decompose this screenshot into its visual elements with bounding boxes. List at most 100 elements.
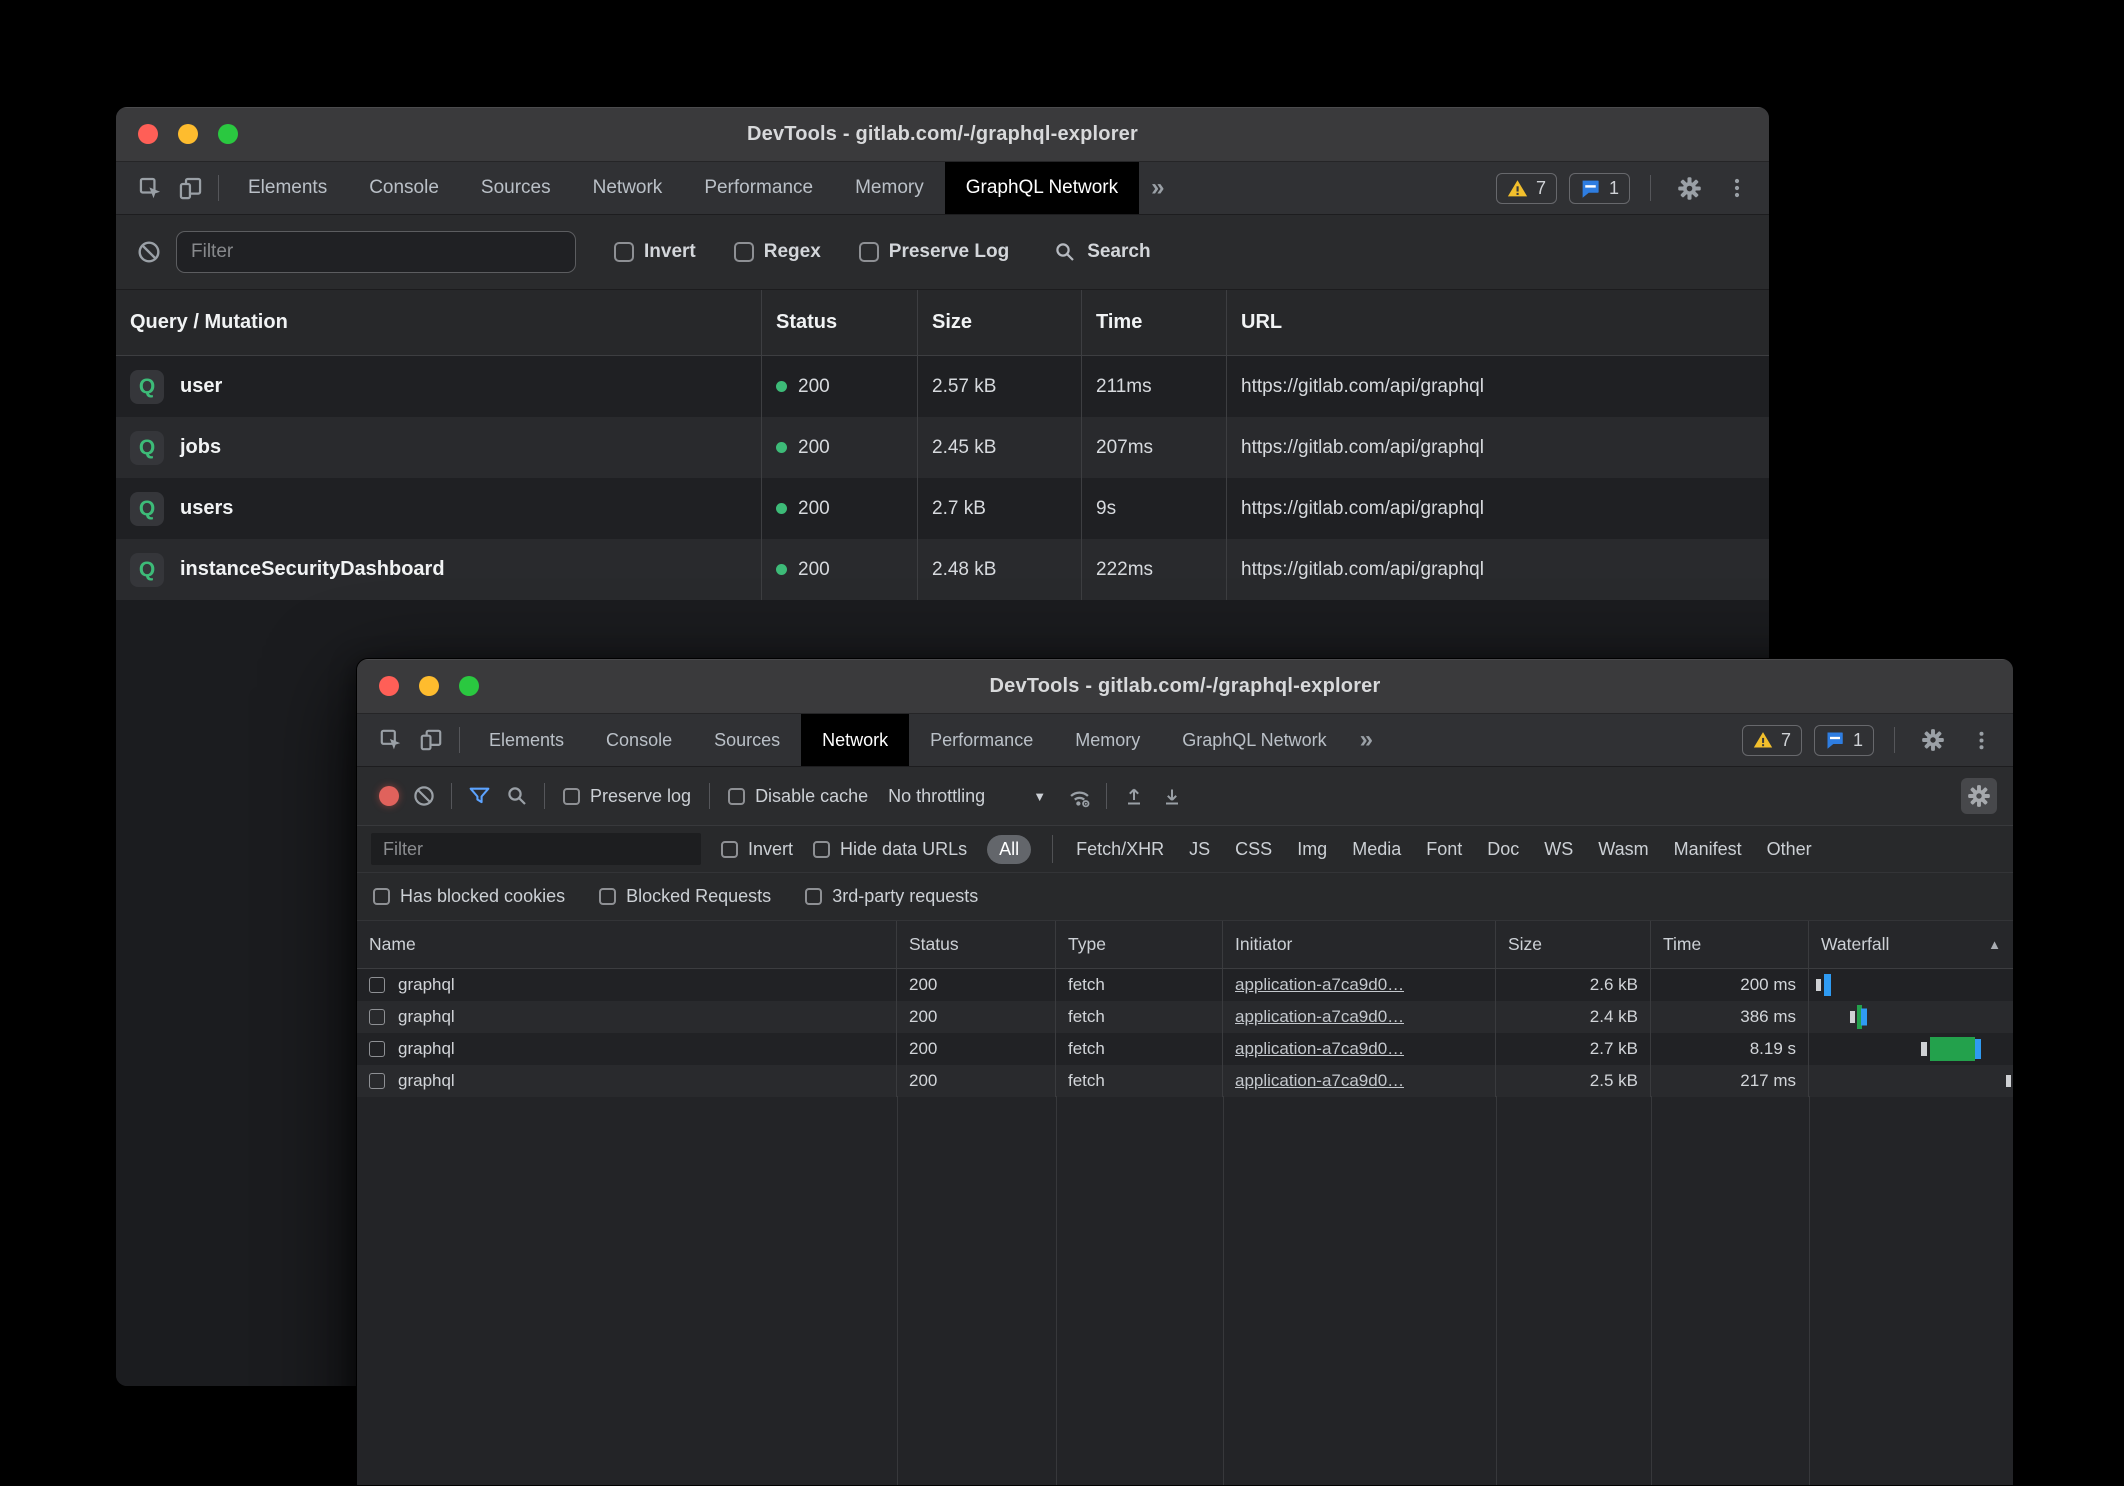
tab-sources[interactable]: Sources — [460, 162, 572, 214]
preserve-log-checkbox[interactable]: Preserve Log — [859, 241, 1009, 263]
more-tabs-button[interactable]: » — [1139, 162, 1176, 214]
import-har-button[interactable] — [1115, 784, 1153, 808]
tab-graphql-network[interactable]: GraphQL Network — [1161, 714, 1347, 766]
warning-count: 7 — [1781, 730, 1791, 751]
inspect-element-button[interactable] — [371, 714, 411, 766]
preserve-log-checkbox[interactable]: Preserve log — [563, 786, 691, 807]
column-header-type[interactable]: Type — [1056, 921, 1223, 968]
tab-console[interactable]: Console — [585, 714, 693, 766]
column-header-status[interactable]: Status — [897, 921, 1056, 968]
tab-elements[interactable]: Elements — [468, 714, 585, 766]
main-menu-button[interactable] — [1719, 170, 1755, 206]
minimize-button[interactable] — [419, 676, 439, 696]
inspect-element-button[interactable] — [130, 162, 170, 214]
warnings-badge[interactable]: 7 — [1496, 173, 1557, 204]
network-filter-input[interactable] — [371, 833, 701, 865]
record-network-log-button[interactable] — [379, 786, 399, 806]
export-har-button[interactable] — [1153, 784, 1191, 808]
type-filter-media[interactable]: Media — [1350, 835, 1403, 864]
invert-checkbox[interactable]: Invert — [614, 241, 696, 263]
row-checkbox[interactable] — [369, 1009, 385, 1025]
main-menu-button[interactable] — [1963, 722, 1999, 758]
warnings-badge[interactable]: 7 — [1742, 725, 1802, 756]
tab-sources[interactable]: Sources — [693, 714, 801, 766]
column-header-time[interactable]: Time — [1082, 290, 1227, 355]
request-row[interactable]: graphql 200 fetch application-a7ca9d0… 2… — [357, 1065, 2013, 1097]
table-row[interactable]: Q user 200 2.57 kB 211ms https://gitlab.… — [116, 356, 1769, 417]
type-filter-doc[interactable]: Doc — [1485, 835, 1521, 864]
settings-button[interactable] — [1671, 170, 1707, 206]
invert-checkbox[interactable]: Invert — [721, 839, 793, 860]
divider — [544, 783, 545, 809]
more-tabs-button[interactable]: » — [1348, 714, 1385, 766]
type-filter-ws[interactable]: WS — [1542, 835, 1575, 864]
table-row[interactable]: Q jobs 200 2.45 kB 207ms https://gitlab.… — [116, 417, 1769, 478]
tab-elements[interactable]: Elements — [227, 162, 348, 214]
tab-graphql-network[interactable]: GraphQL Network — [945, 162, 1139, 214]
column-header-time[interactable]: Time — [1651, 921, 1809, 968]
row-checkbox[interactable] — [369, 977, 385, 993]
type-filter-manifest[interactable]: Manifest — [1672, 835, 1744, 864]
tab-network[interactable]: Network — [572, 162, 684, 214]
initiator-link[interactable]: application-a7ca9d0… — [1235, 975, 1404, 995]
column-header-url[interactable]: URL — [1227, 290, 1769, 355]
minimize-button[interactable] — [178, 124, 198, 144]
network-settings-button[interactable] — [1961, 778, 1997, 814]
has-blocked-cookies-checkbox[interactable]: Has blocked cookies — [373, 886, 565, 907]
search-network-button[interactable] — [498, 784, 536, 808]
regex-checkbox[interactable]: Regex — [734, 241, 821, 263]
inspect-cursor-icon — [137, 175, 164, 202]
throttling-select[interactable]: No throttling ▼ — [888, 786, 1046, 807]
type-filter-js[interactable]: JS — [1187, 835, 1212, 864]
initiator-link[interactable]: application-a7ca9d0… — [1235, 1071, 1404, 1091]
tab-network[interactable]: Network — [801, 714, 909, 766]
initiator-link[interactable]: application-a7ca9d0… — [1235, 1039, 1404, 1059]
hide-data-urls-checkbox[interactable]: Hide data URLs — [813, 839, 967, 860]
close-button[interactable] — [138, 124, 158, 144]
tab-performance[interactable]: Performance — [909, 714, 1054, 766]
tab-memory[interactable]: Memory — [1054, 714, 1161, 766]
column-header-query-mutation[interactable]: Query / Mutation — [116, 290, 762, 355]
type-filter-css[interactable]: CSS — [1233, 835, 1274, 864]
type-filter-font[interactable]: Font — [1424, 835, 1464, 864]
clear-network-log-button[interactable] — [405, 784, 443, 808]
issues-badge[interactable]: 1 — [1569, 173, 1630, 204]
request-row[interactable]: graphql 200 fetch application-a7ca9d0… 2… — [357, 1001, 2013, 1033]
type-filter-wasm[interactable]: Wasm — [1596, 835, 1650, 864]
column-header-status[interactable]: Status — [762, 290, 918, 355]
request-row[interactable]: graphql 200 fetch application-a7ca9d0… 2… — [357, 1033, 2013, 1065]
third-party-requests-checkbox[interactable]: 3rd-party requests — [805, 886, 978, 907]
disable-cache-checkbox[interactable]: Disable cache — [728, 786, 868, 807]
initiator-link[interactable]: application-a7ca9d0… — [1235, 1007, 1404, 1027]
row-checkbox[interactable] — [369, 1073, 385, 1089]
column-header-initiator[interactable]: Initiator — [1223, 921, 1496, 968]
tab-memory[interactable]: Memory — [834, 162, 945, 214]
device-toolbar-button[interactable] — [411, 714, 451, 766]
search-button[interactable]: Search — [1053, 240, 1150, 264]
type-filter-img[interactable]: Img — [1295, 835, 1329, 864]
column-header-waterfall[interactable]: Waterfall ▲ — [1809, 921, 2013, 968]
close-button[interactable] — [379, 676, 399, 696]
settings-button[interactable] — [1915, 722, 1951, 758]
zoom-button[interactable] — [459, 676, 479, 696]
column-header-size[interactable]: Size — [918, 290, 1082, 355]
device-toolbar-button[interactable] — [170, 162, 210, 214]
column-header-size[interactable]: Size — [1496, 921, 1651, 968]
row-checkbox[interactable] — [369, 1041, 385, 1057]
table-row[interactable]: Q users 200 2.7 kB 9s https://gitlab.com… — [116, 478, 1769, 539]
zoom-button[interactable] — [218, 124, 238, 144]
table-row[interactable]: Q instanceSecurityDashboard 200 2.48 kB … — [116, 539, 1769, 600]
issues-badge[interactable]: 1 — [1814, 725, 1874, 756]
graphql-filter-input[interactable] — [176, 231, 576, 273]
tab-console[interactable]: Console — [348, 162, 460, 214]
network-conditions-button[interactable] — [1060, 783, 1098, 810]
request-row[interactable]: graphql 200 fetch application-a7ca9d0… 2… — [357, 969, 2013, 1001]
tab-performance[interactable]: Performance — [683, 162, 834, 214]
column-header-name[interactable]: Name — [357, 921, 897, 968]
type-filter-all[interactable]: All — [987, 835, 1031, 864]
type-filter-fetch-xhr[interactable]: Fetch/XHR — [1074, 835, 1166, 864]
type-filter-other[interactable]: Other — [1765, 835, 1814, 864]
blocked-requests-checkbox[interactable]: Blocked Requests — [599, 886, 771, 907]
filter-toggle-button[interactable] — [460, 784, 498, 809]
clear-requests-button[interactable] — [134, 239, 164, 265]
